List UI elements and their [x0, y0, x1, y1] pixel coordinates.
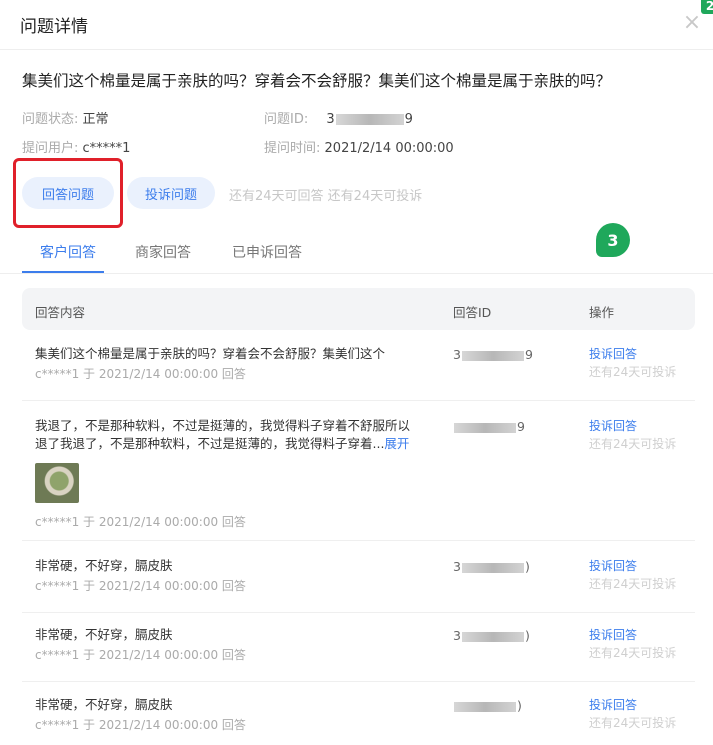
- corner-step-badge: 2: [701, 0, 713, 14]
- answer-meta: c*****1 于 2021/2/14 00:00:00 回答: [35, 718, 246, 732]
- answer-text-wrap: 我退了，不是那种软料，不过是挺薄的，我觉得料子穿着不舒服所以退了我退了，不是那种…: [35, 417, 415, 453]
- answer-id-suffix: ): [517, 698, 522, 713]
- answer-content: 非常硬，不好穿，膈皮肤 c*****1 于 2021/2/14 00:00:00…: [35, 557, 415, 595]
- answer-operations: 投诉回答 还有24天可投诉: [589, 557, 676, 593]
- answer-id-prefix: 3: [453, 628, 461, 643]
- answer-id-suffix: 9: [517, 419, 525, 434]
- question-user: 提问用户: c*****1: [22, 137, 130, 156]
- answer-content: 我退了，不是那种软料，不过是挺薄的，我觉得料子穿着不舒服所以退了我退了，不是那种…: [35, 417, 415, 531]
- user-value: c*****1: [82, 141, 131, 156]
- time-value: 2021/2/14 00:00:00: [324, 141, 454, 156]
- close-icon[interactable]: ×: [681, 12, 703, 34]
- dialog-header: 问题详情: [0, 0, 713, 50]
- complain-hint: 还有24天可投诉: [589, 646, 677, 660]
- remaining-days-hint: 还有24天可回答 还有24天可投诉: [229, 189, 423, 204]
- answer-operations: 投诉回答 还有24天可投诉: [589, 345, 676, 381]
- answer-meta: c*****1 于 2021/2/14 00:00:00 回答: [35, 367, 246, 381]
- complain-answer-link[interactable]: 投诉回答: [589, 557, 676, 575]
- complain-question-button[interactable]: 投诉问题: [127, 177, 215, 209]
- user-label: 提问用户:: [22, 141, 79, 156]
- answer-id: 9: [453, 419, 525, 434]
- answer-text: 集美们这个棉量是属于亲肤的吗？穿着会不会舒服？集美们这个: [35, 346, 386, 361]
- masked-id: [454, 422, 516, 433]
- answer-photo-thumbnail[interactable]: [35, 463, 79, 503]
- answer-operations: 投诉回答 还有24天可投诉: [589, 626, 676, 662]
- table-row: 非常硬，不好穿，膈皮肤 c*****1 于 2021/2/14 00:00:00…: [22, 557, 695, 613]
- complain-hint: 还有24天可投诉: [589, 577, 677, 591]
- answer-meta: c*****1 于 2021/2/14 00:00:00 回答: [35, 648, 246, 662]
- highlight-annotation: [13, 158, 123, 228]
- answer-id: 3): [453, 628, 530, 643]
- answer-operations: 投诉回答 还有24天可投诉: [589, 417, 676, 453]
- table-header: 回答内容 回答ID 操作: [22, 288, 695, 330]
- question-time: 提问时间: 2021/2/14 00:00:00: [264, 137, 454, 156]
- tab-appealed-answers[interactable]: 已申诉回答: [232, 242, 302, 262]
- answer-text: 非常硬，不好穿，膈皮肤: [35, 627, 173, 642]
- question-detail-dialog: 问题详情 × 2 集美们这个棉量是属于亲肤的吗？穿着会不会舒服？集美们这个棉量是…: [0, 0, 713, 745]
- question-status: 问题状态: 正常: [22, 108, 109, 127]
- answer-meta: c*****1 于 2021/2/14 00:00:00 回答: [35, 579, 246, 593]
- answer-id-suffix: ): [524, 628, 530, 643]
- question-id: 问题ID: 3 9: [264, 108, 413, 127]
- status-label: 问题状态:: [22, 112, 79, 127]
- answer-text: 非常硬，不好穿，膈皮肤: [35, 558, 173, 573]
- answer-operations: 投诉回答 还有24天可投诉: [589, 696, 676, 732]
- question-id-suffix: 9: [404, 112, 413, 127]
- answer-id-suffix: ): [524, 559, 530, 574]
- answer-id-prefix: 3: [453, 559, 461, 574]
- time-label: 提问时间:: [264, 141, 321, 156]
- answer-content: 集美们这个棉量是属于亲肤的吗？穿着会不会舒服？集美们这个 c*****1 于 2…: [35, 345, 415, 383]
- question-title: 集美们这个棉量是属于亲肤的吗？穿着会不会舒服？集美们这个棉量是属于亲肤的吗？: [22, 72, 612, 90]
- question-id-label: 问题ID:: [264, 112, 309, 127]
- masked-id: [461, 562, 524, 573]
- header-answer-id: 回答ID: [453, 305, 492, 320]
- table-row: 我退了，不是那种软料，不过是挺薄的，我觉得料子穿着不舒服所以退了我退了，不是那种…: [22, 417, 695, 541]
- header-content: 回答内容: [35, 305, 86, 320]
- complain-answer-link[interactable]: 投诉回答: [589, 345, 676, 363]
- complain-hint: 还有24天可投诉: [589, 716, 677, 730]
- masked-id: [461, 350, 524, 361]
- tab-merchant-answers[interactable]: 商家回答: [135, 242, 191, 262]
- dialog-title: 问题详情: [20, 17, 88, 37]
- question-id-prefix: 3: [326, 112, 335, 127]
- complain-hint: 还有24天可投诉: [589, 365, 677, 379]
- complain-answer-link[interactable]: 投诉回答: [589, 696, 676, 714]
- complain-answer-link[interactable]: 投诉回答: [589, 417, 676, 435]
- answer-content: 非常硬，不好穿，膈皮肤 c*****1 于 2021/2/14 00:00:00…: [35, 696, 415, 734]
- answer-id-prefix: 3: [453, 347, 461, 362]
- masked-id: [454, 701, 516, 712]
- header-operation: 操作: [589, 305, 615, 320]
- table-row: 非常硬，不好穿，膈皮肤 c*****1 于 2021/2/14 00:00:00…: [22, 696, 695, 745]
- table-row: 非常硬，不好穿，膈皮肤 c*****1 于 2021/2/14 00:00:00…: [22, 626, 695, 682]
- answer-id: ): [453, 698, 522, 713]
- masked-id: [335, 114, 404, 125]
- masked-id: [461, 631, 524, 642]
- active-tab-indicator: [22, 271, 104, 273]
- expand-link[interactable]: 展开: [384, 436, 409, 451]
- answer-id: 39: [453, 347, 533, 362]
- step-badge: 3: [596, 223, 630, 257]
- answer-content: 非常硬，不好穿，膈皮肤 c*****1 于 2021/2/14 00:00:00…: [35, 626, 415, 664]
- status-value: 正常: [82, 112, 109, 127]
- answer-text: 非常硬，不好穿，膈皮肤: [35, 697, 173, 712]
- answer-text: 我退了，不是那种软料，不过是挺薄的，我觉得料子穿着不舒服所以退了我退了，不是那种…: [35, 418, 411, 451]
- tab-customer-answers[interactable]: 客户回答: [40, 242, 96, 262]
- table-row: 集美们这个棉量是属于亲肤的吗？穿着会不会舒服？集美们这个 c*****1 于 2…: [22, 345, 695, 401]
- answer-id: 3): [453, 559, 530, 574]
- answer-meta: c*****1 于 2021/2/14 00:00:00 回答: [35, 515, 246, 529]
- answer-id-suffix: 9: [524, 347, 533, 362]
- complain-answer-link[interactable]: 投诉回答: [589, 626, 676, 644]
- complain-hint: 还有24天可投诉: [589, 437, 677, 451]
